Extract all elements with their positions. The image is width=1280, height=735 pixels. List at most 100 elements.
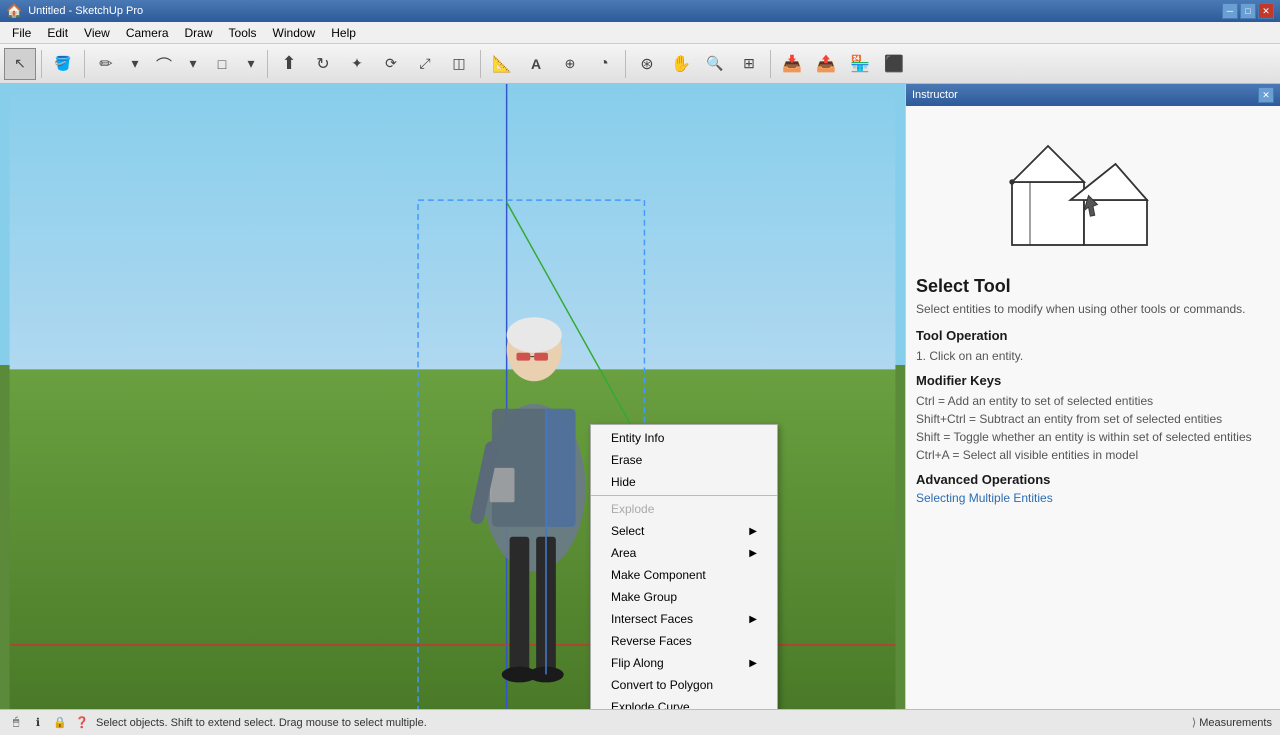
follow-me-button[interactable]: ↻ [307, 48, 339, 80]
scale-button[interactable]: ⤢ [409, 48, 441, 80]
rotate-button[interactable]: ⟳ [375, 48, 407, 80]
context-menu-convert-polygon[interactable]: Convert to Polygon [591, 674, 777, 696]
get-models-button[interactable]: 📥 [776, 48, 808, 80]
status-icon-1: 🖱 [8, 715, 24, 731]
flip-along-label: Flip Along [611, 656, 664, 670]
menu-item-view[interactable]: View [76, 24, 118, 42]
move-button[interactable]: ✦ [341, 48, 373, 80]
paint-bucket-button[interactable]: 🪣 [47, 48, 79, 80]
context-menu-intersect-faces[interactable]: Intersect Faces ▶ [591, 608, 777, 630]
instructor-title-label: Instructor [912, 89, 958, 101]
statusbar: 🖱 ℹ 🔒 ❓ Select objects. Shift to extend … [0, 709, 1280, 735]
pencil-dropdown-button[interactable]: ▾ [124, 48, 146, 80]
context-menu-make-group[interactable]: Make Group [591, 586, 777, 608]
toolbar-separator-6 [770, 50, 771, 78]
arc-dropdown-button[interactable]: ▾ [182, 48, 204, 80]
protractor-button[interactable]: ◔ [588, 48, 620, 80]
instructor-advanced-title: Advanced Operations [916, 472, 1270, 487]
context-menu-explode-curve[interactable]: Explode Curve [591, 696, 777, 709]
instructor-operation-text: 1. Click on an entity. [916, 347, 1270, 365]
instructor-diagram [1003, 116, 1183, 266]
toolbar: ↖ 🪣 ✏ ▾ ⌒ ▾ □ ▾ ⬆ ↻ ✦ ⟳ ⤢ ◫ 📐 A ⊕ ◔ ⊛ ✋ … [0, 44, 1280, 84]
menu-item-help[interactable]: Help [323, 24, 364, 42]
shapes-button[interactable]: □ [206, 48, 238, 80]
context-menu: Entity Info Erase Hide Explode Select ▶ … [590, 424, 778, 709]
context-menu-select[interactable]: Select ▶ [591, 520, 777, 542]
statusbar-left: 🖱 ℹ 🔒 ❓ Select objects. Shift to extend … [8, 715, 427, 731]
make-component-label: Make Component [611, 568, 706, 582]
orbit-button[interactable]: ⊛ [631, 48, 663, 80]
maximize-button[interactable]: □ [1240, 3, 1256, 19]
menu-item-camera[interactable]: Camera [118, 24, 177, 42]
status-icon-3: 🔒 [52, 715, 68, 731]
arc-button[interactable]: ⌒ [148, 48, 180, 80]
context-menu-flip-along[interactable]: Flip Along ▶ [591, 652, 777, 674]
shapes-dropdown-button[interactable]: ▾ [240, 48, 262, 80]
titlebar-left: 🏠 Untitled - SketchUp Pro [6, 3, 143, 19]
viewport[interactable]: Entity Info Erase Hide Explode Select ▶ … [0, 84, 905, 709]
instructor-content: Select Tool Select entities to modify wh… [906, 106, 1280, 515]
convert-polygon-label: Convert to Polygon [611, 678, 713, 692]
context-menu-entity-info[interactable]: Entity Info [591, 427, 777, 449]
explode-label: Explode [611, 502, 654, 516]
zoom-button[interactable]: 🔍 [699, 48, 731, 80]
menu-item-draw[interactable]: Draw [177, 24, 221, 42]
erase-label: Erase [611, 453, 642, 467]
intersect-faces-label: Intersect Faces [611, 612, 693, 626]
minimize-button[interactable]: ─ [1222, 3, 1238, 19]
menu-item-tools[interactable]: Tools [221, 24, 265, 42]
titlebar: 🏠 Untitled - SketchUp Pro ─ □ ✕ [0, 0, 1280, 22]
app-icon: 🏠 [6, 3, 22, 19]
toolbar-separator-1 [41, 50, 42, 78]
hide-label: Hide [611, 475, 636, 489]
titlebar-controls: ─ □ ✕ [1222, 3, 1274, 19]
status-icon-2: ℹ [30, 715, 46, 731]
menu-item-window[interactable]: Window [265, 24, 324, 42]
context-menu-explode: Explode [591, 498, 777, 520]
entity-info-label: Entity Info [611, 431, 664, 445]
zoom-extents-button[interactable]: ⊞ [733, 48, 765, 80]
measurements-value: Measurements [1199, 717, 1272, 729]
statusbar-text: Select objects. Shift to extend select. … [96, 717, 427, 729]
push-pull-button[interactable]: ⬆ [273, 48, 305, 80]
toolbar-separator-4 [480, 50, 481, 78]
instructor-operation-title: Tool Operation [916, 328, 1270, 343]
tape-measure-button[interactable]: 📐 [486, 48, 518, 80]
pencil-button[interactable]: ✏ [90, 48, 122, 80]
context-menu-erase[interactable]: Erase [591, 449, 777, 471]
select-tool-button[interactable]: ↖ [4, 48, 36, 80]
warehouse-button[interactable]: 🏪 [844, 48, 876, 80]
instructor-advanced-link[interactable]: Selecting Multiple Entities [916, 491, 1053, 505]
menu-item-file[interactable]: File [4, 24, 39, 42]
instructor-modifier-title: Modifier Keys [916, 373, 1270, 388]
instructor-close-button[interactable]: ✕ [1258, 87, 1274, 103]
instructor-titlebar: Instructor ✕ [906, 84, 1280, 106]
pan-button[interactable]: ✋ [665, 48, 697, 80]
intersect-faces-arrow-icon: ▶ [749, 614, 757, 625]
area-label: Area [611, 546, 636, 560]
close-button[interactable]: ✕ [1258, 3, 1274, 19]
context-menu-separator-1 [591, 495, 777, 496]
context-menu-make-component[interactable]: Make Component [591, 564, 777, 586]
instructor-panel: Instructor ✕ Select Tool [905, 84, 1280, 709]
select-label: Select [611, 524, 644, 538]
instructor-modifier-text: Ctrl = Add an entity to set of selected … [916, 392, 1270, 464]
toolbar-separator-2 [84, 50, 85, 78]
dimension-button[interactable]: ⊕ [554, 48, 586, 80]
instructor-wrapper: Select Tool Select entities to modify wh… [906, 106, 1280, 709]
context-menu-hide[interactable]: Hide [591, 471, 777, 493]
app-title: Untitled - SketchUp Pro [28, 5, 143, 17]
flip-along-arrow-icon: ▶ [749, 658, 757, 669]
extension-button[interactable]: ⬛ [878, 48, 910, 80]
share-model-button[interactable]: 📤 [810, 48, 842, 80]
select-arrow-icon: ▶ [749, 526, 757, 537]
context-menu-reverse-faces[interactable]: Reverse Faces [591, 630, 777, 652]
area-arrow-icon: ▶ [749, 548, 757, 559]
context-menu-area[interactable]: Area ▶ [591, 542, 777, 564]
make-group-label: Make Group [611, 590, 677, 604]
text-button[interactable]: A [520, 48, 552, 80]
offset-button[interactable]: ◫ [443, 48, 475, 80]
toolbar-separator-3 [267, 50, 268, 78]
statusbar-right: ⟩ Measurements [1192, 716, 1272, 729]
menu-item-edit[interactable]: Edit [39, 24, 76, 42]
